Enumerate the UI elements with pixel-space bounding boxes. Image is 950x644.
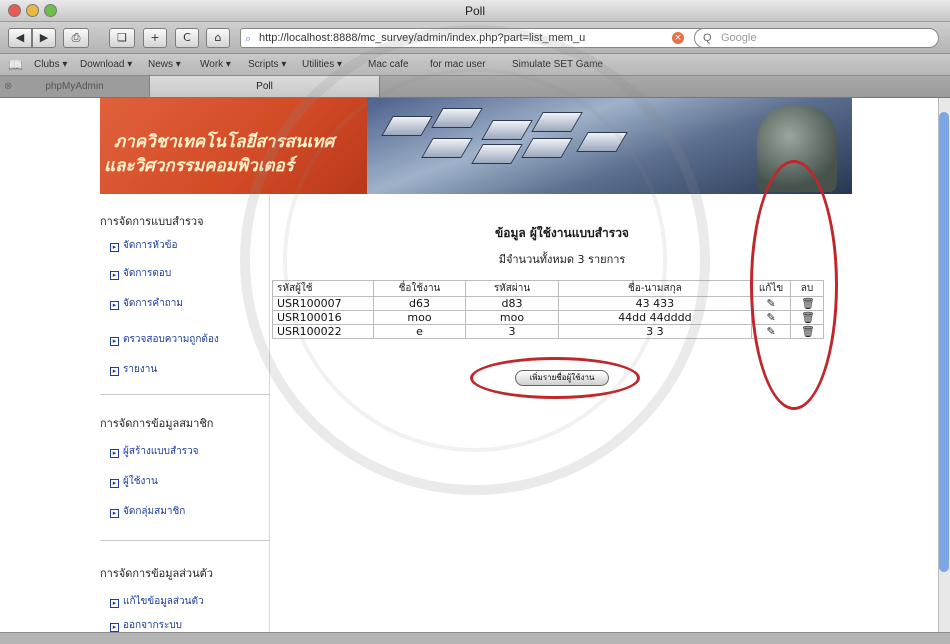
cell-fullname: 3 3 xyxy=(557,324,753,339)
bookmark-item[interactable]: Clubs ▾ xyxy=(34,59,67,70)
search-input[interactable]: Q Google xyxy=(694,28,939,48)
column-header-id: รหัสผู้ใช้ xyxy=(272,280,374,297)
keyboard-key-image xyxy=(471,144,523,164)
bullet-icon: ▸ xyxy=(110,337,119,346)
bookmark-item[interactable]: Scripts ▾ xyxy=(248,59,286,70)
bookmarks-bar: 📖 Clubs ▾ Download ▾ News ▾ Work ▾ Scrip… xyxy=(0,54,950,76)
close-tab-icon[interactable]: ⊗ xyxy=(4,76,12,97)
add-bookmark-button[interactable]: + xyxy=(143,28,167,48)
sidebar-item-questions[interactable]: ▸ จัดการคำถาม xyxy=(110,296,265,311)
browser-toolbar: ◀ ▶ ⎙ ❏ + C ⌂ ⌕ http://localhost:8888/mc… xyxy=(0,22,950,54)
sidebar-item-survey-creators[interactable]: ▸ ผู้สร้างแบบสำรวจ xyxy=(110,444,265,459)
bookmark-item[interactable]: Utilities ▾ xyxy=(302,59,342,70)
cell-password: d83 xyxy=(465,296,559,311)
banner-title-line1: ภาควิชาเทคโนโลยีสารสนเทศ xyxy=(114,132,335,152)
home-button[interactable]: ⌂ xyxy=(206,28,230,48)
bullet-icon: ▸ xyxy=(110,599,119,608)
back-button[interactable]: ◀ xyxy=(8,28,32,48)
column-header-password: รหัสผ่าน xyxy=(465,280,559,297)
cell-fullname: 44dd 44dddd xyxy=(557,310,753,325)
reload-button[interactable]: C xyxy=(175,28,199,48)
bullet-icon: ▸ xyxy=(110,367,119,376)
keyboard-key-image xyxy=(576,132,628,152)
sidebar-item-topics[interactable]: ▸ จัดการหัวข้อ xyxy=(110,238,265,253)
keyboard-key-image xyxy=(421,138,473,158)
bullet-icon: ▸ xyxy=(110,271,119,280)
search-placeholder: Google xyxy=(721,32,757,44)
tab-phpmyadmin[interactable]: ⊗ phpMyAdmin xyxy=(0,76,150,97)
tab-bar: ⊗ phpMyAdmin Poll xyxy=(0,76,950,98)
cell-id: USR100016 xyxy=(272,310,374,325)
tab-poll[interactable]: Poll xyxy=(150,76,380,97)
sidebar-heading-personal: การจัดการข้อมูลส่วนตัว xyxy=(100,567,213,580)
sidebar-heading-survey: การจัดการแบบสำรวจ xyxy=(100,215,204,228)
tab-label: Poll xyxy=(256,81,273,92)
table-row: USR100007 d63 d83 43 433 ✎ 🗑 xyxy=(272,296,824,311)
stop-loading-icon[interactable]: × xyxy=(672,32,684,44)
print-button[interactable]: ⎙ xyxy=(63,28,89,48)
sidebar-item-answers[interactable]: ▸ จัดการตอบ xyxy=(110,266,265,281)
address-text: http://localhost:8888/mc_survey/admin/in… xyxy=(259,32,586,44)
sidebar-divider xyxy=(100,394,270,395)
keyboard-key-image xyxy=(521,138,573,158)
cell-id: USR100007 xyxy=(272,296,374,311)
cell-username: e xyxy=(372,324,467,339)
column-header-fullname: ชื่อ-นามสกุล xyxy=(557,280,753,297)
bullet-icon: ▸ xyxy=(110,449,119,458)
sidebar-menu: การจัดการแบบสำรวจ ▸ จัดการหัวข้อ ▸ จัดการต… xyxy=(100,194,270,632)
sidebar-item-logout[interactable]: ▸ ออกจากระบบ xyxy=(110,618,265,633)
status-bar xyxy=(0,632,950,644)
bookmark-item[interactable]: Simulate SET Game xyxy=(512,59,603,70)
table-header-row: รหัสผู้ใช้ ชื่อใช้งาน รหัสผ่าน ชื่อ-นามส… xyxy=(272,280,824,297)
banner-title-block: ภาควิชาเทคโนโลยีสารสนเทศ และวิศวกรรมคอมพ… xyxy=(100,98,367,194)
sidebar-item-validate[interactable]: ▸ ตรวจสอบความถูกต้อง xyxy=(110,332,265,347)
search-icon: Q xyxy=(703,32,712,44)
bookmarks-book-icon[interactable]: 📖 xyxy=(8,58,23,72)
keyboard-key-image xyxy=(431,108,483,128)
cell-password: 3 xyxy=(465,324,559,339)
annotation-ellipse-actions xyxy=(750,160,838,410)
cell-username: moo xyxy=(372,310,467,325)
address-bar[interactable]: ⌕ http://localhost:8888/mc_survey/admin/… xyxy=(240,28,725,48)
keyboard-key-image xyxy=(481,120,533,140)
bookmark-button[interactable]: ❏ xyxy=(109,28,135,48)
cell-password: moo xyxy=(465,310,559,325)
window-title: Poll xyxy=(464,4,485,18)
sidebar-item-users[interactable]: ▸ ผู้ใช้งาน xyxy=(110,474,265,489)
bullet-icon: ▸ xyxy=(110,243,119,252)
page-icon: ⌕ xyxy=(245,33,252,45)
table-row: USR100022 e 3 3 3 ✎ 🗑 xyxy=(272,324,824,339)
sidebar-heading-members: การจัดการข้อมูลสมาชิก xyxy=(100,417,214,430)
keyboard-key-image xyxy=(531,112,583,132)
forward-button[interactable]: ▶ xyxy=(32,28,56,48)
bookmark-item[interactable]: Work ▾ xyxy=(200,59,231,70)
bullet-icon: ▸ xyxy=(110,623,119,632)
tab-label: phpMyAdmin xyxy=(45,81,104,92)
sidebar-item-report[interactable]: ▸ รายงาน xyxy=(110,362,265,377)
bullet-icon: ▸ xyxy=(110,479,119,488)
bullet-icon: ▸ xyxy=(110,301,119,310)
users-table: รหัสผู้ใช้ ชื่อใช้งาน รหัสผ่าน ชื่อ-นามส… xyxy=(272,280,824,339)
sidebar-item-edit-profile[interactable]: ▸ แก้ไขข้อมูลส่วนตัว xyxy=(110,594,265,609)
cell-username: d63 xyxy=(372,296,467,311)
column-header-username: ชื่อใช้งาน xyxy=(372,280,467,297)
cell-fullname: 43 433 xyxy=(557,296,753,311)
window-titlebar: Poll xyxy=(0,0,950,22)
bookmark-item[interactable]: Download ▾ xyxy=(80,59,132,70)
banner-title-line2: และวิศวกรรมคอมพิวเตอร์ xyxy=(104,156,294,176)
scrollbar-thumb[interactable] xyxy=(939,112,949,572)
site-banner: ภาควิชาเทคโนโลยีสารสนเทศ และวิศวกรรมคอมพ… xyxy=(100,98,852,194)
sidebar-item-member-groups[interactable]: ▸ จัดกลุ่มสมาชิก xyxy=(110,504,265,519)
cell-id: USR100022 xyxy=(272,324,374,339)
keyboard-key-image xyxy=(381,116,433,136)
sidebar-divider xyxy=(100,540,270,541)
bullet-icon: ▸ xyxy=(110,509,119,518)
bookmark-item[interactable]: Mac cafe xyxy=(368,59,409,70)
bookmark-item[interactable]: for mac user xyxy=(430,59,486,70)
table-row: USR100016 moo moo 44dd 44dddd ✎ 🗑 xyxy=(272,310,824,325)
annotation-ellipse-add-button xyxy=(470,357,640,399)
bookmark-item[interactable]: News ▾ xyxy=(148,59,181,70)
